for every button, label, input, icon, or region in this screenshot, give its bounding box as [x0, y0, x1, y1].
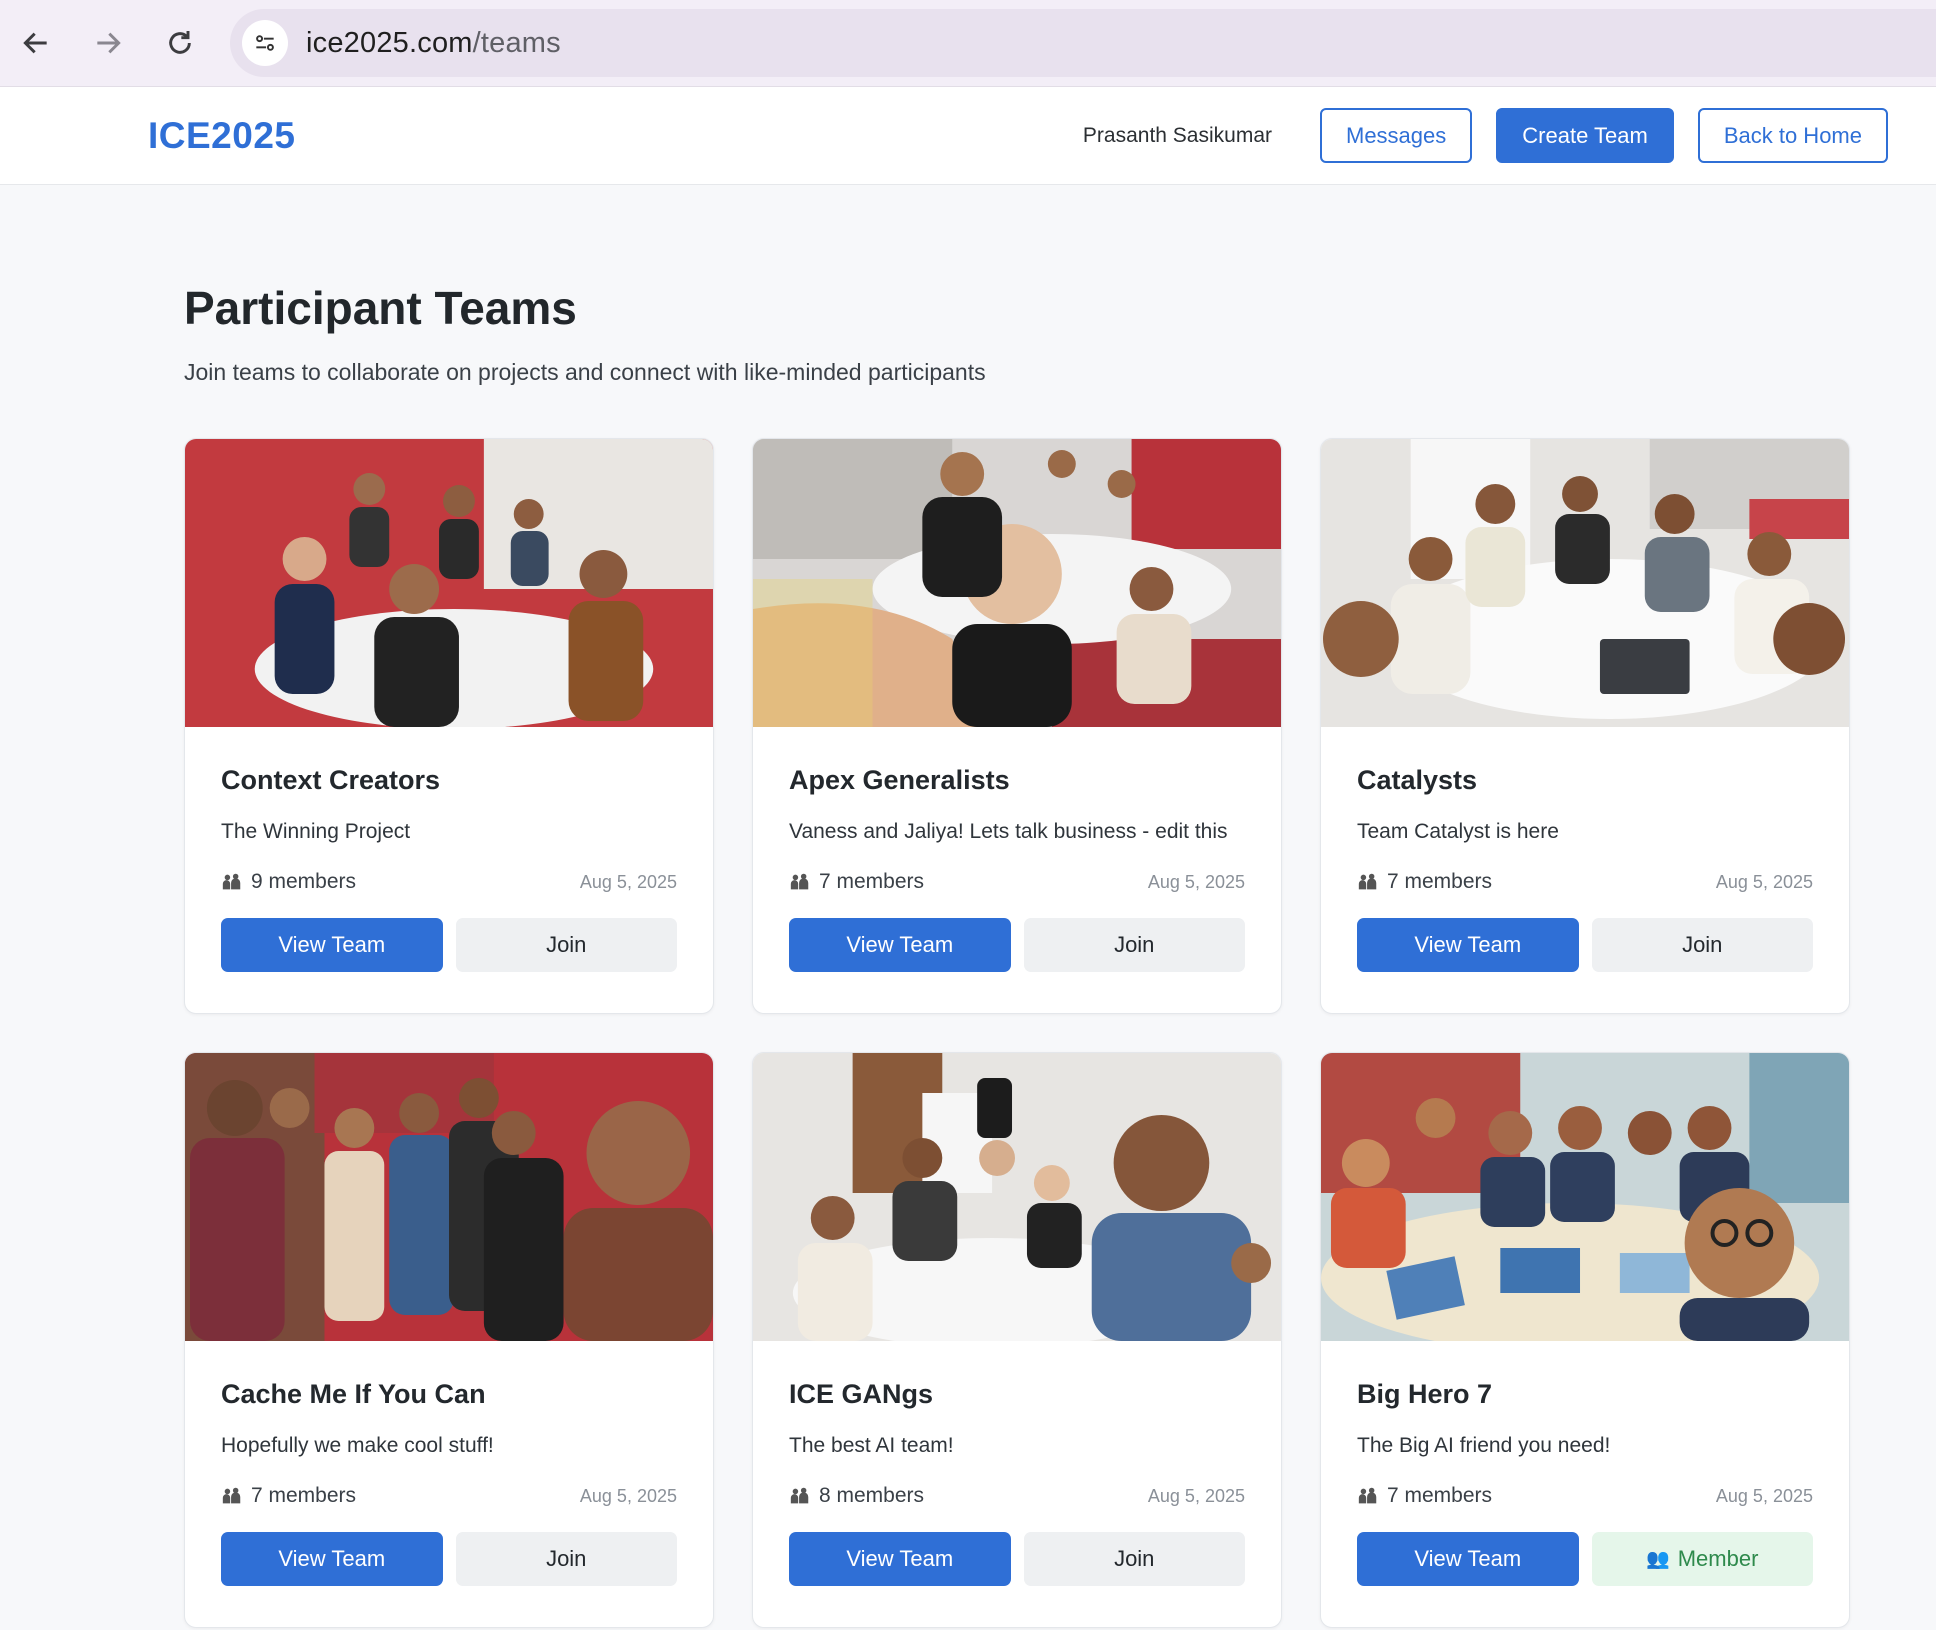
url-host: ice2025.com — [306, 26, 473, 59]
main-content: Participant Teams Join teams to collabor… — [0, 281, 1936, 1628]
team-description: The Winning Project — [221, 820, 411, 843]
header-actions: Prasanth Sasikumar Messages Create Team … — [1083, 108, 1888, 163]
member-count: 7 members — [1357, 1484, 1492, 1508]
member-count: 9 members — [221, 870, 356, 894]
forward-icon[interactable] — [82, 17, 134, 69]
team-photo — [185, 1053, 713, 1341]
member-badge: 👥 Member — [1591, 1532, 1813, 1586]
team-card: Cache Me If You Can Hopefully we make co… — [184, 1052, 714, 1628]
team-photo — [1321, 439, 1849, 727]
team-card: Context Creators The Winning Project 9 m… — [184, 438, 714, 1014]
page-subtitle: Join teams to collaborate on projects an… — [184, 359, 986, 385]
team-date: Aug 5, 2025 — [1715, 871, 1813, 892]
site-settings-icon[interactable] — [242, 20, 288, 66]
member-badge-label: Member — [1677, 1546, 1759, 1571]
app-header: ICE2025 Prasanth Sasikumar Messages Crea… — [0, 87, 1936, 185]
teams-grid: Context Creators The Winning Project 9 m… — [184, 438, 1936, 1628]
people-icon — [1358, 1487, 1377, 1504]
people-icon — [222, 873, 241, 890]
team-date: Aug 5, 2025 — [1147, 1485, 1245, 1506]
team-date: Aug 5, 2025 — [579, 871, 677, 892]
team-name: Big Hero 7 — [1357, 1379, 1493, 1409]
team-card: Big Hero 7 The Big AI friend you need! 7… — [1320, 1052, 1850, 1628]
join-button[interactable]: Join — [455, 1532, 677, 1586]
team-date: Aug 5, 2025 — [1715, 1485, 1813, 1506]
team-name: ICE GANgs — [789, 1379, 934, 1409]
member-count-text: 9 members — [251, 870, 357, 893]
user-name: Prasanth Sasikumar — [1082, 123, 1272, 147]
team-name: Catalysts — [1357, 765, 1478, 795]
people-icon — [1358, 873, 1377, 890]
view-team-button[interactable]: View Team — [221, 1532, 443, 1586]
team-photo — [1321, 1053, 1849, 1341]
team-name: Context Creators — [221, 765, 441, 795]
team-description: The Big AI friend you need! — [1357, 1434, 1611, 1457]
team-card: Apex Generalists Vaness and Jaliya! Lets… — [752, 438, 1282, 1014]
team-description: The best AI team! — [789, 1434, 954, 1457]
url-path: /teams — [472, 26, 561, 59]
member-count-text: 7 members — [1387, 870, 1493, 893]
member-count-text: 7 members — [1387, 1484, 1493, 1507]
join-button[interactable]: Join — [1023, 1532, 1245, 1586]
team-photo — [753, 1053, 1281, 1341]
team-description: Hopefully we make cool stuff! — [221, 1434, 494, 1457]
view-team-button[interactable]: View Team — [789, 918, 1011, 972]
join-button[interactable]: Join — [1591, 918, 1813, 972]
view-team-button[interactable]: View Team — [1357, 1532, 1579, 1586]
messages-button[interactable]: Messages — [1320, 108, 1473, 163]
members-icon: 👥 — [1646, 1549, 1670, 1570]
team-card: ICE GANgs The best AI team! 8 members Au… — [752, 1052, 1282, 1628]
member-count-text: 7 members — [251, 1484, 357, 1507]
people-icon — [790, 873, 809, 890]
team-photo — [185, 439, 713, 727]
team-description: Team Catalyst is here — [1357, 820, 1559, 843]
member-count: 7 members — [789, 870, 924, 894]
brand-logo[interactable]: ICE2025 — [148, 115, 296, 157]
view-team-button[interactable]: View Team — [221, 918, 443, 972]
team-name: Apex Generalists — [789, 765, 1010, 795]
member-count: 7 members — [1357, 870, 1492, 894]
team-card: Catalysts Team Catalyst is here 7 member… — [1320, 438, 1850, 1014]
join-button[interactable]: Join — [455, 918, 677, 972]
member-count-text: 8 members — [819, 1484, 925, 1507]
browser-toolbar: ice2025.com/teams — [0, 0, 1936, 87]
reload-icon[interactable] — [154, 17, 206, 69]
member-count: 8 members — [789, 1484, 924, 1508]
people-icon — [222, 1487, 241, 1504]
back-icon[interactable] — [10, 17, 62, 69]
view-team-button[interactable]: View Team — [1357, 918, 1579, 972]
address-bar[interactable]: ice2025.com/teams — [230, 9, 1936, 77]
member-count-text: 7 members — [819, 870, 925, 893]
join-button[interactable]: Join — [1023, 918, 1245, 972]
page-title: Participant Teams — [184, 282, 577, 334]
team-description: Vaness and Jaliya! Lets talk business - … — [789, 820, 1228, 843]
view-team-button[interactable]: View Team — [789, 1532, 1011, 1586]
people-icon — [790, 1487, 809, 1504]
team-photo — [753, 439, 1281, 727]
team-date: Aug 5, 2025 — [1147, 871, 1245, 892]
team-name: Cache Me If You Can — [221, 1379, 486, 1409]
member-count: 7 members — [221, 1484, 356, 1508]
team-date: Aug 5, 2025 — [579, 1485, 677, 1506]
create-team-button[interactable]: Create Team — [1496, 108, 1674, 163]
back-to-home-button[interactable]: Back to Home — [1697, 108, 1888, 163]
url-text: ice2025.com/teams — [306, 27, 561, 60]
